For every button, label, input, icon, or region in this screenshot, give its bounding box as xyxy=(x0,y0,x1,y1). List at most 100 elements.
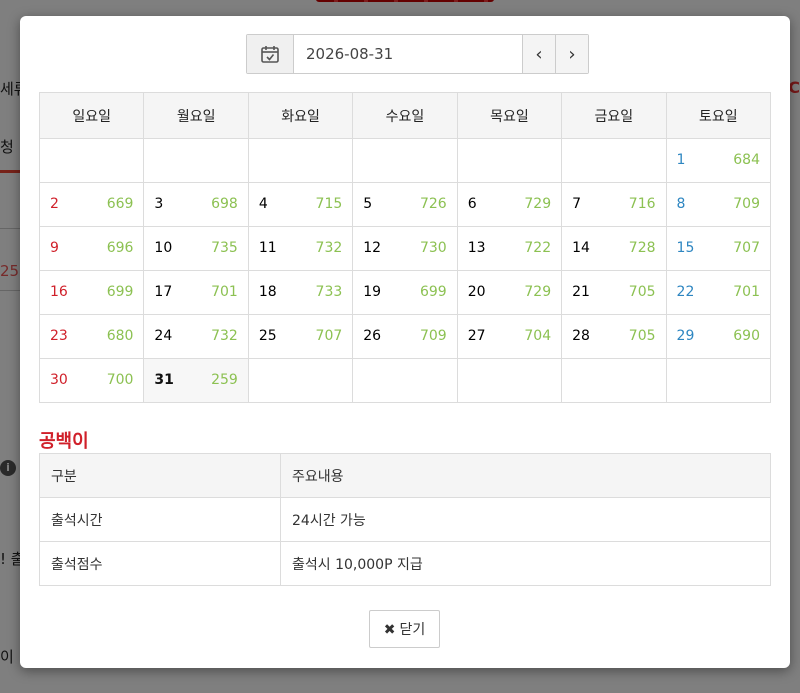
attendance-count: 735 xyxy=(211,240,238,256)
calendar-day-cell: 17 701 xyxy=(143,270,249,315)
attendance-count: 715 xyxy=(315,196,343,212)
calendar-day-cell: 18 733 xyxy=(247,270,354,315)
calendar-empty-cell xyxy=(456,358,563,403)
next-month-button[interactable]: › xyxy=(555,35,588,73)
calendar-day-cell: 11 732 xyxy=(247,226,354,271)
calendar-day-cell: 23 680 xyxy=(38,314,145,359)
attendance-count: 728 xyxy=(628,240,656,256)
attendance-count: 259 xyxy=(211,372,238,388)
calendar-day-number: 6 xyxy=(467,196,477,212)
calendar-day-number: 25 xyxy=(258,328,277,344)
weekday-wednesday: 수요일 xyxy=(352,92,458,139)
calendar-empty-cell xyxy=(38,138,145,183)
calendar-day-number: 5 xyxy=(363,196,373,212)
calendar-empty-cell xyxy=(665,358,772,403)
attendance-count: 722 xyxy=(524,240,552,256)
close-button-label: 닫기 xyxy=(399,622,426,638)
calendar-day-number: 31 xyxy=(154,372,174,388)
attendance-count: 733 xyxy=(315,284,343,300)
calendar-day-number: 20 xyxy=(467,284,486,300)
attendance-count: 732 xyxy=(211,328,238,344)
calendar-day-cell: 26 709 xyxy=(352,314,458,359)
info-header-content: 주요내용 xyxy=(280,453,771,498)
info-cell-category: 출석시간 xyxy=(39,497,281,542)
weekday-saturday: 토요일 xyxy=(665,92,772,139)
attendance-modal: ‹ › 일요일 월요일 화요일 수요일 목요일 금요일 토요일 16842669… xyxy=(20,16,790,668)
calendar-day-number: 9 xyxy=(50,240,59,256)
calendar-day-cell: 27 704 xyxy=(456,314,563,359)
info-table: 구분 주요내용 출석시간 24시간 가능 출석점수 출석시 10,000P 지급 xyxy=(39,453,771,586)
calendar-day-number: 14 xyxy=(572,240,590,256)
calendar-day-cell: 4 715 xyxy=(247,182,354,227)
attendance-count: 709 xyxy=(419,328,447,344)
attendance-count: 696 xyxy=(106,240,134,256)
calendar-day-cell: 14 728 xyxy=(561,226,667,271)
calendar-day-cell: 6 729 xyxy=(456,182,563,227)
prev-month-button[interactable]: ‹ xyxy=(522,35,555,73)
calendar-day-number: 21 xyxy=(572,284,590,300)
close-button[interactable]: ✖ 닫기 xyxy=(369,610,440,648)
attendance-count: 705 xyxy=(628,284,656,300)
calendar-day-cell: 28 705 xyxy=(561,314,667,359)
attendance-calendar: 일요일 월요일 화요일 수요일 목요일 금요일 토요일 1 684 2 669 3 698… xyxy=(38,92,772,403)
calendar-day-number: 23 xyxy=(50,328,68,344)
attendance-count: 716 xyxy=(628,196,656,212)
attendance-count: 680 xyxy=(106,328,134,344)
attendance-count: 701 xyxy=(211,284,238,300)
calendar-empty-cell xyxy=(352,138,458,183)
attendance-count: 705 xyxy=(628,328,656,344)
calendar-week-row: 2 669 3 698 4 715 5 726 6 729 7 716 8 709 xyxy=(38,182,772,227)
close-icon: ✖ xyxy=(383,622,396,638)
calendar-day-number: 28 xyxy=(572,328,590,344)
attendance-count: 700 xyxy=(106,372,134,388)
calendar-day-number: 11 xyxy=(258,240,277,256)
weekday-sunday: 일요일 xyxy=(38,92,145,139)
calendar-day-cell: 29 690 xyxy=(665,314,772,359)
calendar-day-cell: 19 699 xyxy=(352,270,458,315)
calendar-icon[interactable] xyxy=(247,35,294,73)
calendar-day-cell: 24 732 xyxy=(143,314,249,359)
weekday-tuesday: 화요일 xyxy=(247,92,354,139)
calendar-week-row: 16 699 17 701 18 733 19 699 20 729 21 705 22 701 xyxy=(38,270,772,315)
calendar-day-number: 3 xyxy=(154,196,164,212)
calendar-empty-cell xyxy=(561,358,667,403)
calendar-day-cell: 30 700 xyxy=(38,358,145,403)
attendance-count: 707 xyxy=(315,328,343,344)
calendar-day-number: 1 xyxy=(676,152,686,168)
info-header-row: 구분 주요내용 xyxy=(39,453,771,498)
calendar-day-cell: 5 726 xyxy=(352,182,458,227)
calendar-day-number: 27 xyxy=(467,328,486,344)
calendar-week-row: 1 684 xyxy=(38,138,772,183)
calendar-week-row: 23 680 24 732 25 707 26 709 27 704 28 705 29 690 xyxy=(38,314,772,359)
info-cell-content: 24시간 가능 xyxy=(280,497,771,542)
calendar-empty-cell xyxy=(143,138,249,183)
attendance-count: 709 xyxy=(733,196,760,212)
info-cell-category: 출석점수 xyxy=(39,541,281,586)
calendar-day-number: 16 xyxy=(50,284,68,300)
weekday-monday: 월요일 xyxy=(143,92,249,139)
calendar-day-number: 19 xyxy=(363,284,382,300)
attendance-count: 701 xyxy=(733,284,760,300)
attendance-count: 698 xyxy=(211,196,238,212)
calendar-empty-cell xyxy=(247,138,354,183)
table-row: 출석시간 24시간 가능 xyxy=(39,497,771,542)
table-row: 출석점수 출석시 10,000P 지급 xyxy=(39,541,771,586)
calendar-empty-cell xyxy=(561,138,667,183)
weekday-thursday: 목요일 xyxy=(456,92,563,139)
calendar-day-number: 2 xyxy=(50,196,59,212)
calendar-day-number: 12 xyxy=(363,240,382,256)
attendance-count: 726 xyxy=(419,196,447,212)
calendar-empty-cell xyxy=(456,138,563,183)
attendance-count: 729 xyxy=(524,196,552,212)
calendar-day-number: 8 xyxy=(676,196,686,212)
date-input[interactable] xyxy=(294,35,522,73)
calendar-day-number: 29 xyxy=(676,328,695,344)
attendance-count: 699 xyxy=(106,284,134,300)
calendar-day-cell: 25 707 xyxy=(247,314,354,359)
calendar-week-row: 9 696 10 735 11 732 12 730 13 722 14 728 15 707 xyxy=(38,226,772,271)
calendar-day-cell: 22 701 xyxy=(665,270,772,315)
calendar-day-number: 30 xyxy=(50,372,68,388)
info-cell-content: 출석시 10,000P 지급 xyxy=(280,541,771,586)
calendar-day-cell: 1 684 xyxy=(665,138,772,183)
calendar-day-number: 15 xyxy=(676,240,695,256)
